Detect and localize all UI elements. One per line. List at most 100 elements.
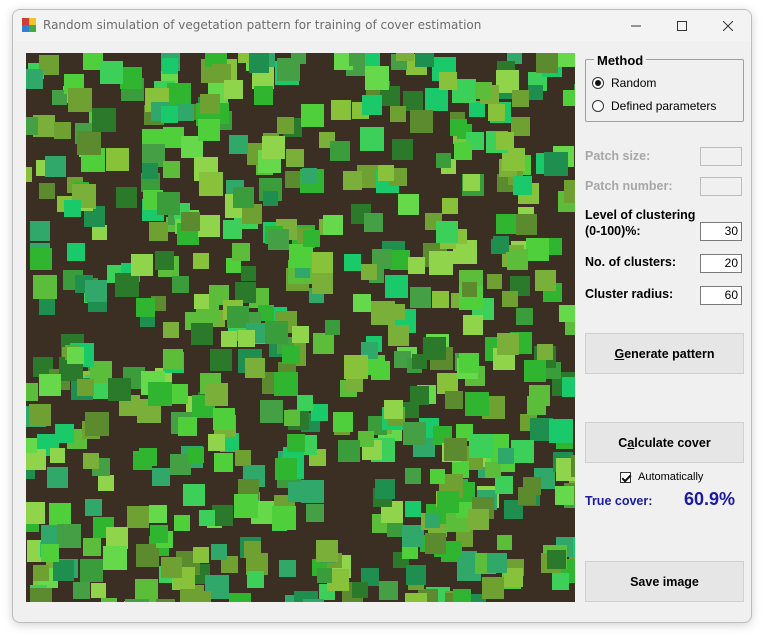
calculate-rest: lculate cover bbox=[634, 435, 711, 450]
vegetation-patch bbox=[497, 535, 512, 550]
vegetation-patch bbox=[116, 187, 137, 208]
vegetation-patch bbox=[524, 360, 546, 382]
vegetation-patch bbox=[103, 546, 127, 570]
save-image-button[interactable]: Save image bbox=[585, 561, 744, 602]
vegetation-patch bbox=[247, 571, 264, 588]
close-button[interactable] bbox=[705, 10, 751, 41]
vegetation-patch bbox=[387, 521, 403, 537]
vegetation-patch bbox=[83, 453, 99, 469]
radio-random[interactable]: Random bbox=[592, 76, 656, 90]
vegetation-patch bbox=[526, 238, 549, 261]
vegetation-patch bbox=[496, 132, 514, 150]
vegetation-patch bbox=[26, 502, 45, 524]
clustering-level-input[interactable]: 30 bbox=[700, 222, 742, 241]
vegetation-patch bbox=[285, 171, 302, 188]
vegetation-patch bbox=[101, 598, 117, 602]
vegetation-patch bbox=[67, 347, 84, 364]
clustering-level-label: Level of clustering (0-100)%: bbox=[585, 207, 695, 239]
vegetation-patch bbox=[199, 510, 215, 526]
vegetation-patch bbox=[344, 254, 361, 271]
save-image-label: Save image bbox=[630, 574, 699, 589]
vegetation-patch bbox=[371, 301, 395, 325]
vegetation-patch bbox=[155, 251, 174, 270]
vegetation-patch bbox=[172, 276, 189, 293]
vegetation-patch bbox=[39, 183, 55, 199]
vegetation-patch bbox=[502, 291, 518, 307]
vegetation-patch bbox=[235, 450, 251, 466]
vegetation-patch bbox=[198, 119, 220, 141]
vegetation-patch bbox=[163, 127, 184, 148]
vegetation-patch bbox=[358, 431, 374, 447]
method-legend: Method bbox=[594, 53, 647, 68]
radio-random-indicator[interactable] bbox=[592, 77, 604, 89]
vegetation-patch bbox=[425, 88, 448, 111]
vegetation-patch bbox=[274, 372, 298, 396]
vegetation-patch bbox=[313, 333, 334, 354]
vegetation-patch bbox=[26, 117, 38, 135]
title-bar: Random simulation of vegetation pattern … bbox=[13, 10, 751, 41]
vegetation-patch bbox=[378, 165, 394, 181]
vegetation-patch bbox=[29, 404, 51, 426]
vegetation-patch bbox=[306, 504, 324, 522]
vegetation-patch bbox=[563, 90, 575, 106]
vegetation-patch bbox=[444, 438, 467, 461]
vegetation-patch bbox=[331, 100, 351, 120]
generate-pattern-button[interactable]: Generate pattern bbox=[585, 333, 744, 374]
vegetation-patch bbox=[272, 506, 296, 530]
vegetation-patch bbox=[516, 308, 533, 325]
vegetation-patch bbox=[30, 248, 52, 270]
vegetation-patch bbox=[85, 280, 107, 302]
vegetation-patch bbox=[64, 200, 81, 217]
patch-number-label: Patch number: bbox=[585, 179, 673, 193]
vegetation-patch bbox=[463, 174, 480, 191]
maximize-button[interactable] bbox=[659, 10, 705, 41]
minimize-button[interactable] bbox=[613, 10, 659, 41]
vegetation-patch bbox=[77, 379, 94, 396]
cluster-radius-input[interactable]: 60 bbox=[700, 286, 742, 305]
radio-defined-indicator[interactable] bbox=[592, 100, 604, 112]
patch-size-input[interactable] bbox=[700, 147, 742, 166]
vegetation-patch bbox=[282, 346, 300, 364]
vegetation-patch bbox=[100, 61, 123, 84]
vegetation-patch bbox=[210, 349, 232, 371]
automatically-checkbox-row[interactable]: Automatically bbox=[620, 471, 703, 483]
vegetation-patch bbox=[493, 236, 509, 252]
window-title: Random simulation of vegetation pattern … bbox=[43, 18, 482, 32]
true-cover-value: 60.9% bbox=[684, 489, 736, 509]
automatically-checkbox[interactable] bbox=[620, 471, 631, 483]
calculate-prefix: C bbox=[618, 435, 628, 450]
vegetation-patch bbox=[57, 524, 81, 548]
vegetation-patch bbox=[291, 53, 306, 64]
vegetation-patch bbox=[482, 577, 504, 599]
vegetation-patch bbox=[410, 110, 433, 133]
vegetation-patch bbox=[436, 153, 451, 168]
vegetation-patch bbox=[191, 323, 213, 345]
vegetation-patch bbox=[211, 544, 227, 560]
vegetation-patch bbox=[562, 377, 575, 397]
vegetation-patch bbox=[410, 386, 429, 405]
vegetation-patch bbox=[338, 440, 360, 462]
vegetation-patch bbox=[199, 172, 223, 196]
vegetation-patch bbox=[268, 229, 289, 250]
vegetation-patch bbox=[312, 273, 333, 294]
vegetation-patch bbox=[45, 156, 66, 177]
radio-defined-parameters[interactable]: Defined parameters bbox=[592, 99, 716, 113]
vegetation-patch bbox=[571, 455, 575, 477]
vegetation-patch bbox=[454, 142, 472, 160]
vegetation-patch bbox=[55, 424, 74, 443]
clusters-count-input[interactable]: 20 bbox=[700, 254, 742, 273]
vegetation-patch bbox=[555, 486, 574, 505]
vegetation-patch bbox=[361, 264, 377, 280]
vegetation-patch bbox=[188, 447, 204, 463]
vegetation-patch bbox=[437, 491, 459, 513]
vegetation-patch bbox=[513, 176, 532, 195]
vegetation-patch bbox=[288, 482, 308, 502]
clustering-label-line1: Level of clustering bbox=[585, 208, 696, 222]
vegetation-patch bbox=[229, 593, 251, 602]
patch-number-input[interactable] bbox=[700, 177, 742, 196]
calculate-cover-button[interactable]: Ca lculate cover bbox=[585, 422, 744, 463]
vegetation-patch bbox=[161, 557, 182, 578]
vegetation-pattern-canvas bbox=[26, 53, 575, 602]
vegetation-patch bbox=[91, 583, 106, 598]
vegetation-patch bbox=[323, 215, 343, 235]
